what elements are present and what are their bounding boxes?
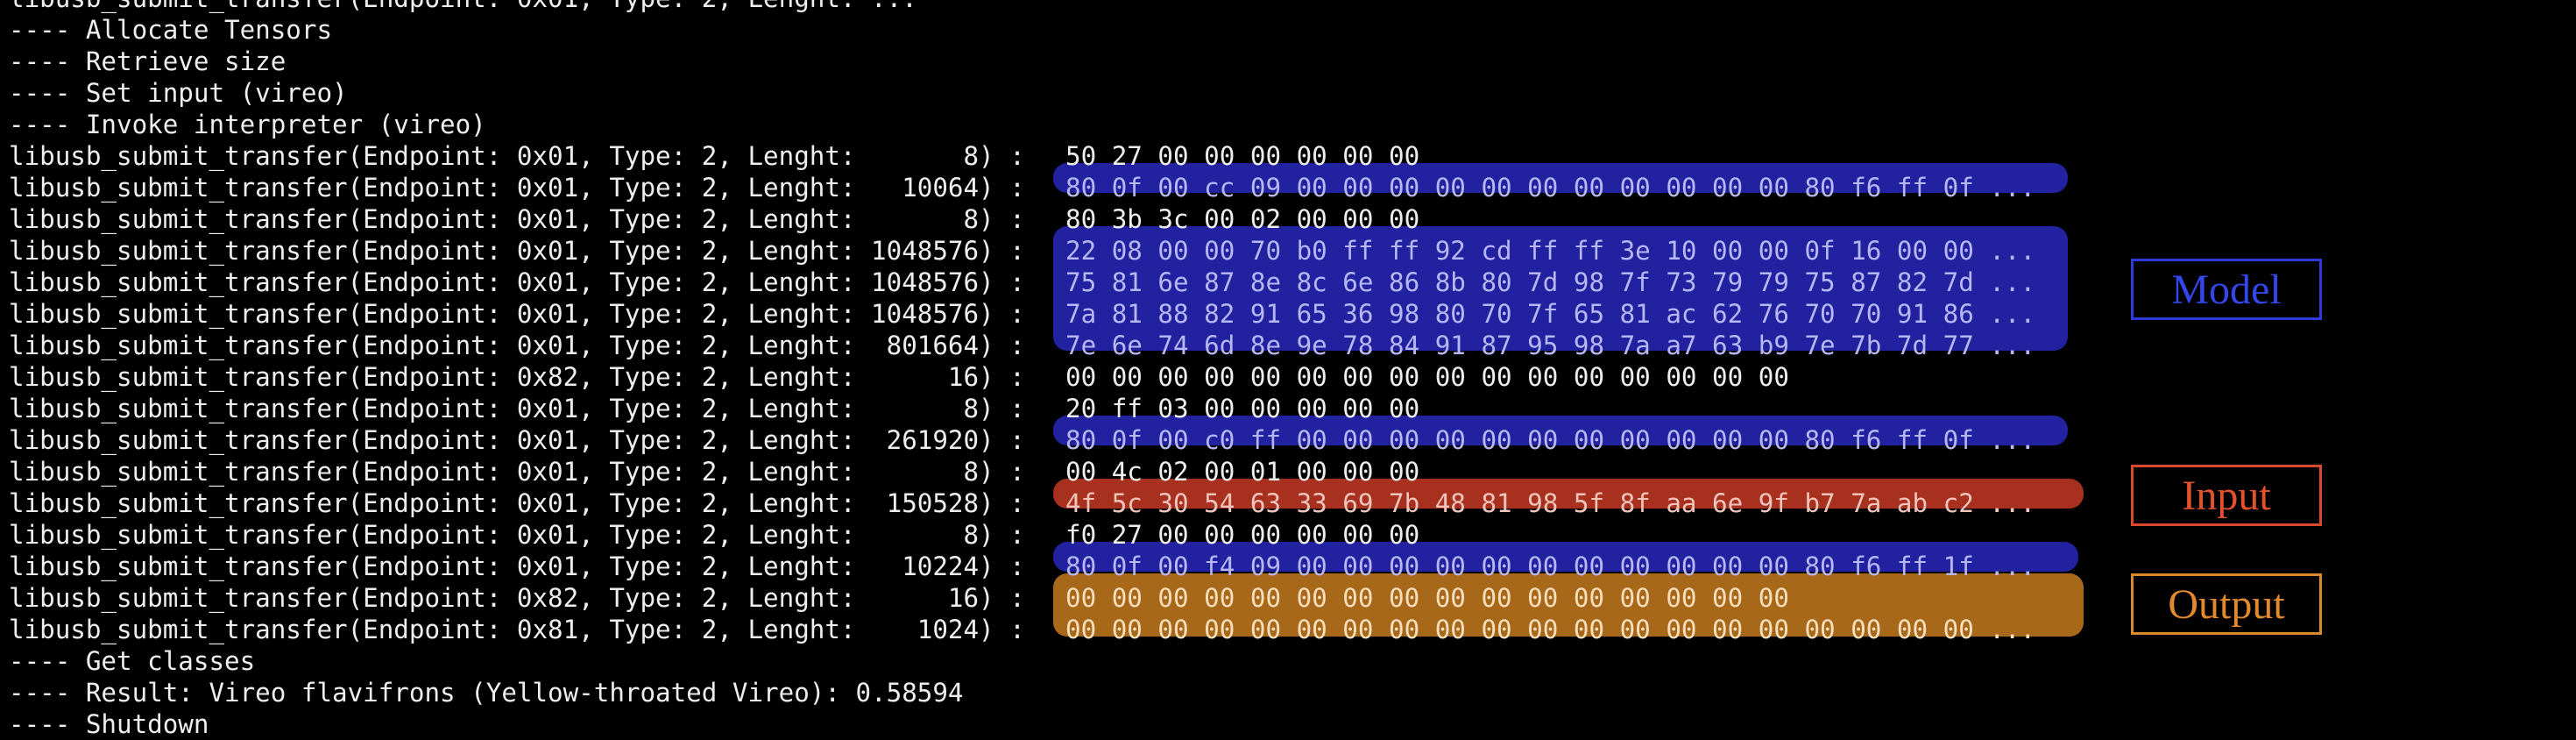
terminal-line: libusb_submit_transfer(Endpoint: 0x01, T…	[9, 267, 1025, 297]
hex-payload-model: 75 81 6e 87 8e 8c 6e 86 8b 80 7d 98 7f 7…	[1065, 267, 2036, 297]
hex-payload-model: 80 0f 00 c0 ff 00 00 00 00 00 00 00 00 0…	[1065, 425, 2036, 455]
terminal-line: libusb_submit_transfer(Endpoint: 0x01, T…	[9, 520, 1025, 550]
terminal-line: libusb_submit_transfer(Endpoint: 0x82, T…	[9, 362, 1025, 392]
terminal-line: ---- Get classes	[9, 646, 256, 676]
terminal-line: libusb_submit_transfer(Endpoint: 0x01, T…	[9, 204, 1025, 234]
terminal-line: libusb_submit_transfer(Endpoint: 0x01, T…	[9, 236, 1025, 266]
hex-payload: 20 ff 03 00 00 00 00 00	[1065, 394, 1420, 423]
terminal-line: ---- Set input (vireo)	[9, 78, 348, 108]
terminal-line: ---- Retrieve size	[9, 46, 287, 76]
terminal-line: libusb_submit_transfer(Endpoint: 0x01, T…	[9, 173, 1025, 203]
terminal-line: libusb_submit_transfer(Endpoint: 0x01, T…	[9, 488, 1025, 518]
terminal-line: libusb_submit_transfer(Endpoint: 0x01, T…	[9, 457, 1025, 487]
terminal-line: ---- Allocate Tensors	[9, 15, 333, 45]
hex-payload-output: 00 00 00 00 00 00 00 00 00 00 00 00 00 0…	[1065, 583, 1789, 613]
terminal-line: libusb_submit_transfer(Endpoint: 0x01, T…	[9, 299, 1025, 329]
terminal-line: libusb_submit_transfer(Endpoint: 0x01, T…	[9, 425, 1025, 455]
hex-payload-model: 80 0f 00 f4 09 00 00 00 00 00 00 00 00 0…	[1065, 551, 2036, 581]
hex-payload: 00 4c 02 00 01 00 00 00	[1065, 457, 1420, 487]
terminal-line: ---- Result: Vireo flavifrons (Yellow-th…	[9, 678, 964, 708]
terminal-line: ---- Invoke interpreter (vireo)	[9, 110, 486, 139]
output-label: Output	[2131, 573, 2322, 635]
hex-payload-model: 22 08 00 00 70 b0 ff ff 92 cd ff ff 3e 1…	[1065, 236, 2036, 266]
input-label: Input	[2131, 465, 2322, 526]
terminal-line: libusb_submit_transfer(Endpoint: 0x01, T…	[9, 331, 1025, 360]
terminal-line: libusb_submit_transfer(Endpoint: 0x82, T…	[9, 583, 1025, 613]
terminal-line: libusb_submit_transfer(Endpoint: 0x81, T…	[9, 615, 1025, 644]
terminal-line: libusb_submit_transfer(Endpoint: 0x01, T…	[9, 0, 917, 14]
terminal-line: libusb_submit_transfer(Endpoint: 0x01, T…	[9, 141, 1025, 171]
hex-payload: 80 3b 3c 00 02 00 00 00	[1065, 204, 1420, 234]
hex-payload: 50 27 00 00 00 00 00 00	[1065, 141, 1420, 171]
terminal-line: libusb_submit_transfer(Endpoint: 0x01, T…	[9, 394, 1025, 423]
hex-payload: 00 00 00 00 00 00 00 00 00 00 00 00 00 0…	[1065, 362, 1789, 392]
hex-payload-model: 7a 81 88 82 91 65 36 98 80 70 7f 65 81 a…	[1065, 299, 2036, 329]
hex-payload-model: 80 0f 00 cc 09 00 00 00 00 00 00 00 00 0…	[1065, 173, 2036, 203]
hex-payload-output: 00 00 00 00 00 00 00 00 00 00 00 00 00 0…	[1065, 615, 2036, 644]
hex-payload-model: 7e 6e 74 6d 8e 9e 78 84 91 87 95 98 7a a…	[1065, 331, 2036, 360]
hex-payload: f0 27 00 00 00 00 00 00	[1065, 520, 1420, 550]
hex-payload-input: 4f 5c 30 54 63 33 69 7b 48 81 98 5f 8f a…	[1065, 488, 2036, 518]
terminal-line: libusb_submit_transfer(Endpoint: 0x01, T…	[9, 551, 1025, 581]
terminal-line: ---- Shutdown	[9, 709, 209, 739]
model-label: Model	[2131, 259, 2322, 320]
